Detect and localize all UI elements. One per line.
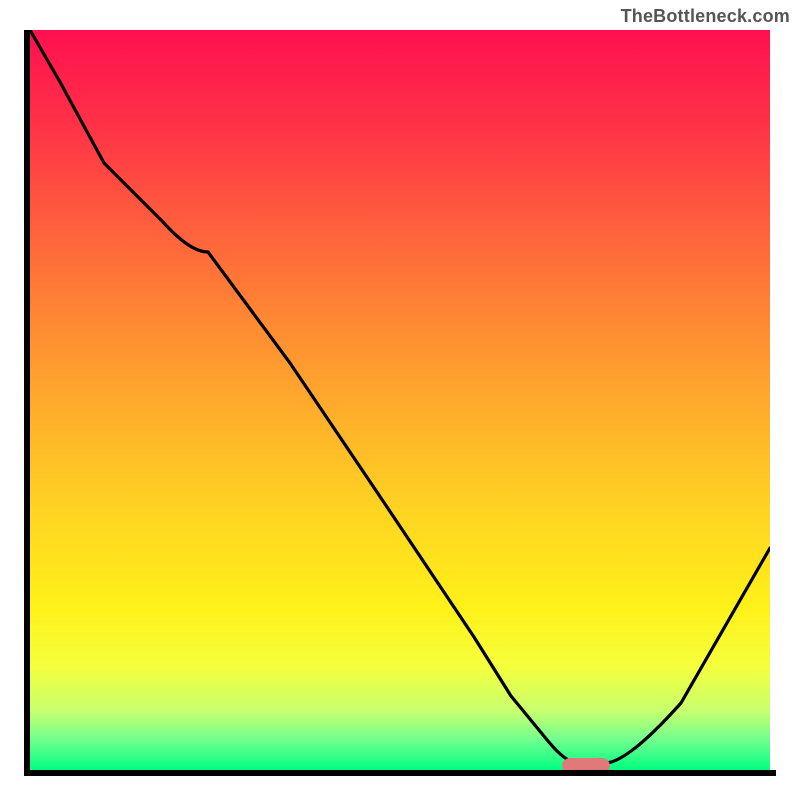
plot-area	[30, 30, 770, 770]
y-axis-line	[24, 30, 30, 776]
chart-frame: TheBottleneck.com	[0, 0, 800, 800]
watermark-text: TheBottleneck.com	[621, 6, 790, 27]
x-axis-line	[30, 770, 776, 776]
